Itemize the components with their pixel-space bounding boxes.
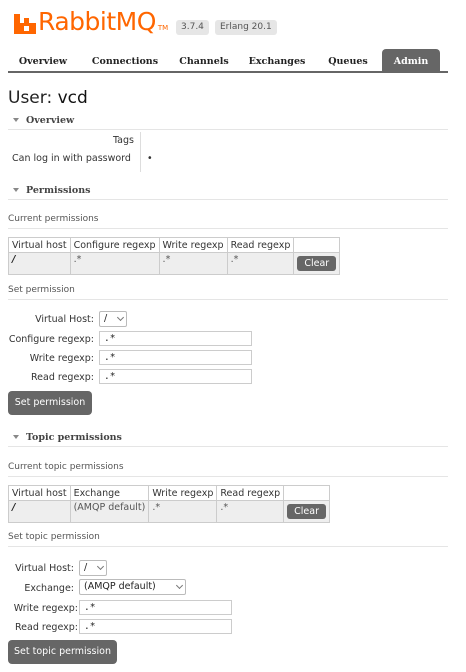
column-header: Configure regexp [69, 237, 160, 253]
column-header: Virtual host [8, 485, 71, 501]
cell-configure: .* [69, 252, 160, 275]
set-permission-button[interactable]: Set permission [8, 391, 92, 415]
collapse-triangle-icon [13, 188, 19, 192]
column-header-empty [293, 237, 341, 253]
topic-permissions-table: Virtual host Exchange Write regexp Read … [8, 485, 331, 523]
collapse-triangle-icon [13, 435, 19, 439]
vhost-select-value: / [104, 313, 108, 324]
table-row: / .* .* .* Clear [8, 252, 341, 275]
logo-text: RabbitMQ [38, 7, 156, 36]
cell-exchange: (AMQP default) [69, 500, 150, 523]
topic-read-regexp-label: Read regexp: [15, 622, 78, 633]
erlang-badge: Erlang 20.1 [215, 20, 277, 35]
rabbit-logo-icon [14, 14, 36, 34]
configure-regexp-input[interactable]: .* [99, 331, 252, 346]
current-topic-permissions-heading: Current topic permissions [8, 461, 448, 477]
set-topic-permission-label: Set topic permission [8, 532, 100, 542]
exchange-select[interactable]: (AMQP default) [79, 579, 186, 595]
cell-vhost: / [8, 500, 71, 523]
chevron-down-icon [116, 313, 125, 322]
write-regexp-input[interactable]: .* [99, 350, 252, 365]
main-nav: Overview Connections Channels Exchanges … [8, 49, 448, 73]
column-header: Write regexp [158, 237, 228, 253]
topic-vhost-label: Virtual Host: [15, 563, 74, 574]
column-header: Read regexp [226, 237, 295, 253]
tab-overview[interactable]: Overview [8, 49, 78, 73]
login-value: • [147, 153, 153, 164]
tab-queues[interactable]: Queues [318, 49, 378, 73]
clear-permission-button[interactable]: Clear [297, 256, 337, 271]
current-permissions-heading: Current permissions [8, 213, 448, 229]
title-username: vcd [57, 88, 88, 108]
header: RabbitMQ TM 3.7.4 Erlang 20.1 [0, 0, 466, 45]
tab-connections[interactable]: Connections [80, 49, 170, 73]
topic-vhost-select-value: / [84, 562, 88, 573]
table-header-row: Virtual host Exchange Write regexp Read … [8, 485, 331, 501]
topic-permissions-section-header[interactable]: Topic permissions [8, 431, 448, 447]
logo-trademark: TM [157, 24, 169, 32]
tab-channels[interactable]: Channels [172, 49, 236, 73]
cell-read: .* [226, 252, 295, 275]
permissions-section-header[interactable]: Permissions [8, 184, 448, 200]
table-row: / (AMQP default) .* .* Clear [8, 500, 331, 523]
version-badge: 3.7.4 [176, 20, 209, 35]
title-prefix: User: [8, 88, 53, 108]
permissions-heading: Permissions [26, 185, 91, 196]
overview-divider [140, 132, 141, 172]
topic-permissions-heading: Topic permissions [26, 432, 122, 443]
configure-regexp-label: Configure regexp: [8, 334, 94, 345]
permissions-table: Virtual host Configure regexp Write rege… [8, 237, 341, 275]
column-header-empty [283, 485, 331, 501]
topic-vhost-select[interactable]: / [79, 560, 107, 576]
page-title: User: vcd [8, 88, 88, 108]
exchange-select-value: (AMQP default) [84, 581, 156, 592]
cell-write: .* [148, 500, 218, 523]
set-topic-permission-button[interactable]: Set topic permission [8, 640, 117, 664]
table-header-row: Virtual host Configure regexp Write rege… [8, 237, 341, 253]
vhost-label: Virtual Host: [35, 314, 94, 325]
vhost-select[interactable]: / [99, 311, 127, 327]
set-permission-label: Set permission [8, 285, 75, 295]
cell-write: .* [158, 252, 228, 275]
column-header: Exchange [69, 485, 150, 501]
tab-admin[interactable]: Admin [382, 49, 440, 73]
overview-section-header[interactable]: Overview [8, 114, 448, 130]
column-header: Read regexp [216, 485, 285, 501]
cell-action: Clear [283, 500, 331, 523]
topic-write-regexp-label: Write regexp: [13, 603, 78, 614]
collapse-triangle-icon [13, 118, 19, 122]
overview-heading: Overview [26, 115, 75, 126]
topic-read-regexp-input[interactable]: .* [79, 619, 232, 634]
read-regexp-label: Read regexp: [31, 372, 94, 383]
cell-action: Clear [293, 252, 341, 275]
read-regexp-input[interactable]: .* [99, 369, 252, 384]
clear-topic-permission-button[interactable]: Clear [287, 504, 327, 519]
cell-vhost: / [8, 252, 71, 275]
chevron-down-icon [175, 581, 184, 590]
cell-read: .* [216, 500, 285, 523]
current-permissions-label: Current permissions [8, 214, 99, 224]
topic-write-regexp-input[interactable]: .* [79, 600, 232, 615]
exchange-label: Exchange: [24, 583, 74, 594]
column-header: Write regexp [148, 485, 218, 501]
login-label: Can log in with password [12, 153, 131, 164]
tab-exchanges[interactable]: Exchanges [240, 49, 314, 73]
set-topic-permission-heading: Set topic permission [8, 531, 448, 547]
set-permission-heading: Set permission [8, 284, 448, 300]
write-regexp-label: Write regexp: [29, 353, 94, 364]
current-topic-permissions-label: Current topic permissions [8, 462, 124, 472]
tags-label: Tags [112, 135, 134, 146]
rabbitmq-logo[interactable]: RabbitMQ TM [14, 8, 168, 34]
column-header: Virtual host [8, 237, 71, 253]
chevron-down-icon [96, 562, 105, 571]
